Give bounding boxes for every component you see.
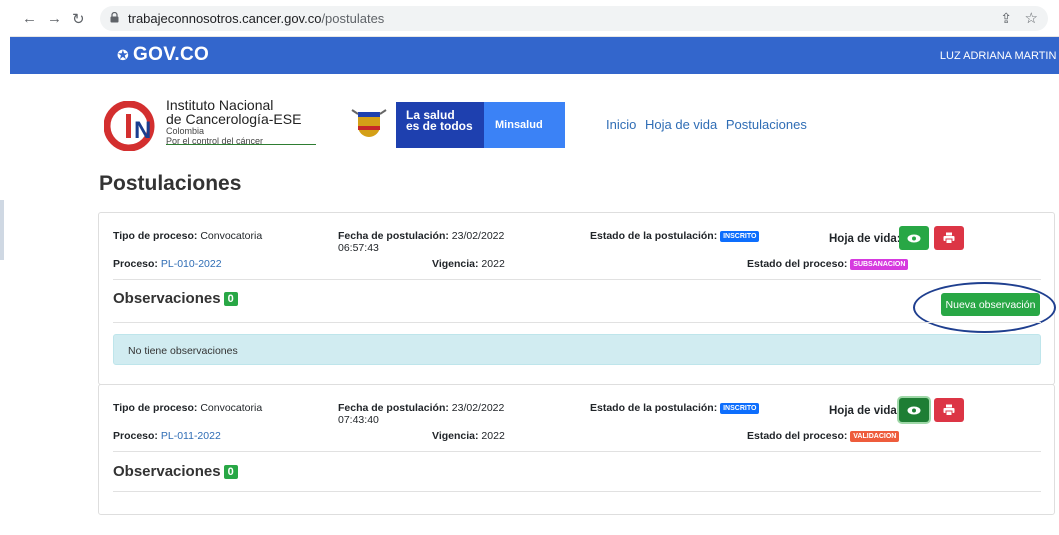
proceso: Proceso: PL-011-2022 (113, 430, 221, 442)
estado-postulacion: Estado de la postulación: INSCRITO (590, 402, 760, 414)
browser-toolbar: ← → ↻ trabajeconnosotros.cancer.gov.co/p… (10, 0, 1059, 37)
divider (113, 322, 1041, 323)
view-cv-button[interactable] (899, 398, 929, 422)
hoja-de-vida-label: Hoja de vida: (829, 233, 901, 245)
lock-icon (110, 12, 119, 23)
scroll-indicator (0, 200, 4, 260)
proceso-link[interactable]: PL-011-2022 (161, 430, 221, 442)
url-text: trabajeconnosotros.cancer.gov.co/postula… (128, 11, 384, 26)
status-badge: INSCRITO (720, 231, 760, 242)
svg-text:N: N (134, 117, 151, 144)
tipo-proceso: Tipo de proceso: Convocatoria (113, 230, 263, 242)
fecha-time: 07:43:40 (338, 414, 379, 426)
proceso-link[interactable]: PL-010-2022 (161, 258, 222, 270)
estado-postulacion: Estado de la postulación: INSCRITO (590, 230, 760, 242)
inc-country: Colombia (166, 126, 205, 136)
observation-count-badge: 0 (223, 465, 238, 479)
inc-divider (166, 144, 316, 145)
tipo-value: Convocatoria (200, 230, 263, 242)
tipo-value: Convocatoria (200, 402, 263, 414)
fecha-date: 23/02/2022 (451, 402, 505, 414)
fecha-postulacion: Fecha de postulación: 23/02/2022 06:57:43 (338, 230, 505, 254)
divider (113, 491, 1041, 492)
postulation-card: Tipo de proceso: Convocatoria Fecha de p… (98, 212, 1056, 385)
vigencia-value: 2022 (481, 258, 505, 270)
observaciones-heading: Observaciones 0 (113, 290, 238, 307)
url-host: trabajeconnosotros.cancer.gov.co (128, 11, 322, 26)
gov-logo[interactable]: ✪ GOV.CO (117, 44, 209, 66)
share-icon[interactable]: ⇪ (1000, 10, 1012, 27)
process-status-badge: SUBSANACION (850, 259, 909, 270)
main-menu: Inicio Hoja de vida Postulaciones (606, 117, 812, 132)
eye-icon (907, 234, 921, 242)
reload-icon[interactable]: ↻ (72, 10, 85, 28)
menu-postulaciones[interactable]: Postulaciones (726, 117, 807, 132)
observaciones-heading: Observaciones 0 (113, 463, 238, 480)
url-path: /postulates (321, 11, 385, 26)
printer-icon (943, 404, 955, 416)
divider (113, 451, 1041, 452)
view-cv-button[interactable] (899, 226, 929, 250)
fecha-date: 23/02/2022 (451, 230, 505, 242)
vigencia: Vigencia: 2022 (432, 430, 505, 442)
status-badge: INSCRITO (720, 403, 760, 414)
inc-logo-text: Instituto Nacional de Cancerología-ESE C… (166, 98, 301, 146)
hoja-de-vida-label: Hoja de vida: (829, 405, 901, 417)
estado-proceso: Estado del proceso: VALIDACION (747, 430, 900, 442)
gov-emblem-icon: ✪ (117, 47, 130, 63)
page-title: Postulaciones (99, 172, 242, 195)
window-edge (0, 0, 10, 535)
divider (113, 279, 1041, 280)
salud-line2: es de todos (406, 119, 473, 133)
menu-inicio[interactable]: Inicio (606, 117, 636, 132)
colombia-coat-of-arms-icon (342, 102, 396, 148)
inc-logo: N Instituto Nacional de Cancerología-ESE… (104, 98, 324, 154)
eye-icon (907, 406, 921, 414)
inc-name-line1: Instituto Nacional (166, 97, 274, 113)
page: ← → ↻ trabajeconnosotros.cancer.gov.co/p… (10, 0, 1059, 535)
inc-name-line2: de Cancerología-ESE (166, 111, 302, 127)
gov-bar: ✪ GOV.CO LUZ ADRIANA MARTIN J (10, 37, 1059, 74)
no-observations-alert: No tiene observaciones (113, 334, 1041, 365)
fecha-time: 06:57:43 (338, 242, 379, 254)
estado-proceso: Estado del proceso: SUBSANACION (747, 258, 909, 270)
address-bar[interactable]: trabajeconnosotros.cancer.gov.co/postula… (100, 6, 1048, 31)
back-arrow-icon[interactable]: ← (22, 10, 37, 27)
minsalud-logo: La salud es de todos Minsalud (342, 102, 565, 148)
minsalud-label: Minsalud (484, 102, 565, 148)
print-cv-button[interactable] (934, 398, 964, 422)
vigencia: Vigencia: 2022 (432, 258, 505, 270)
observation-count-badge: 0 (223, 292, 238, 306)
postulation-card: Tipo de proceso: Convocatoria Fecha de p… (98, 384, 1055, 515)
printer-icon (943, 232, 955, 244)
highlight-ellipse (913, 282, 1056, 333)
vigencia-value: 2022 (481, 430, 505, 442)
forward-arrow-icon[interactable]: → (47, 10, 62, 27)
user-name[interactable]: LUZ ADRIANA MARTIN J (940, 50, 1059, 62)
proceso: Proceso: PL-010-2022 (113, 258, 222, 270)
print-cv-button[interactable] (934, 226, 964, 250)
bookmark-star-icon[interactable]: ☆ (1025, 9, 1038, 27)
fecha-postulacion: Fecha de postulación: 23/02/2022 07:43:40 (338, 402, 505, 426)
inc-logo-mark-icon: N (104, 101, 155, 151)
menu-hoja-de-vida[interactable]: Hoja de vida (645, 117, 717, 132)
gov-logo-text: GOV.CO (133, 44, 210, 65)
tipo-proceso: Tipo de proceso: Convocatoria (113, 402, 263, 414)
salud-slogan: La salud es de todos (396, 102, 484, 148)
process-status-badge: VALIDACION (850, 431, 900, 442)
